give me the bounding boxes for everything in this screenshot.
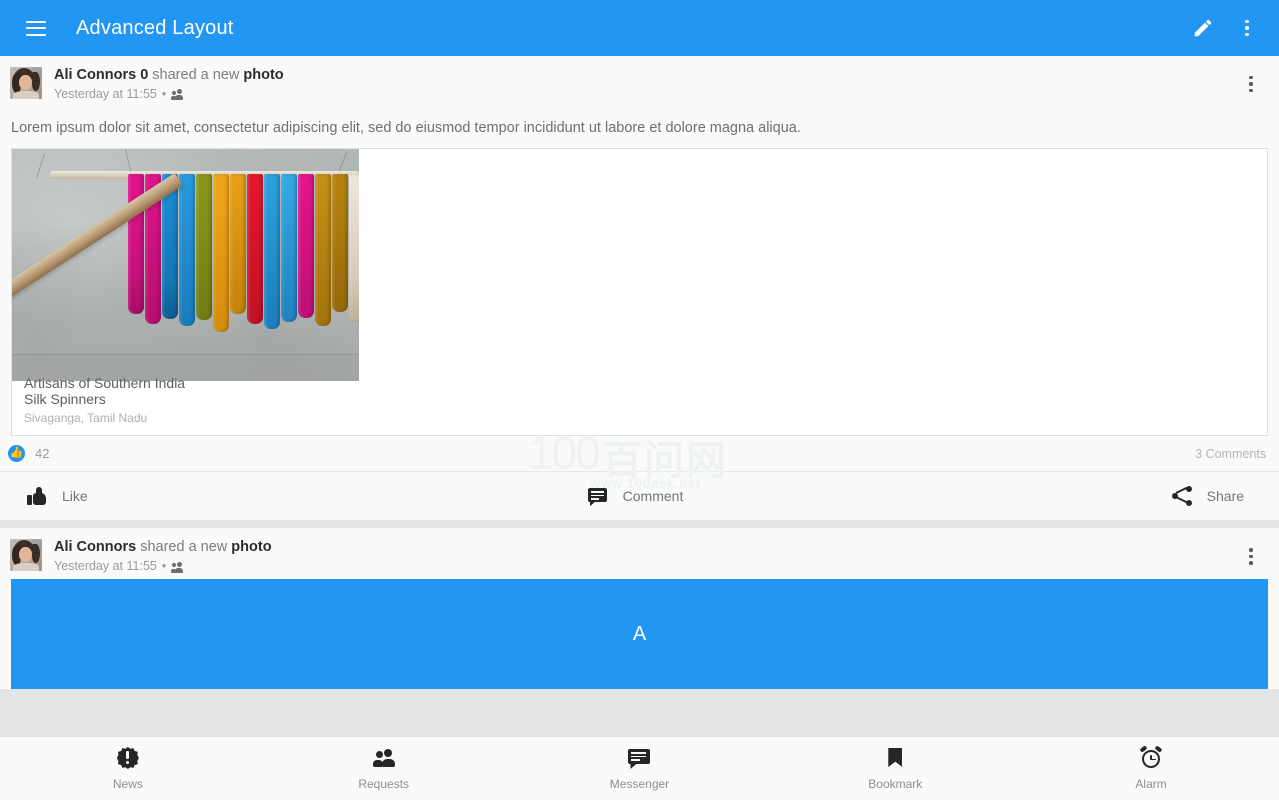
post-header: Ali Connors shared a new photo Yesterday… xyxy=(0,528,1279,579)
nav-label-alarm: Alarm xyxy=(1135,777,1167,791)
post-byline: Ali Connors shared a new photo xyxy=(54,538,272,556)
navigation-drawer-button[interactable] xyxy=(14,6,58,50)
post-timestamp: Yesterday at 11:55 xyxy=(54,559,157,574)
hamburger-menu-icon xyxy=(26,20,46,36)
post-header: Ali Connors 0 shared a new photo Yesterd… xyxy=(0,56,1279,107)
like-button-label: Like xyxy=(62,488,88,505)
like-button[interactable]: Like xyxy=(0,472,433,520)
people-icon xyxy=(171,561,186,573)
post-header-text: Ali Connors 0 shared a new photo Yesterd… xyxy=(54,65,284,103)
share-button[interactable]: Share xyxy=(838,472,1279,520)
post-header-text: Ali Connors shared a new photo Yesterday… xyxy=(54,537,272,575)
post-object: photo xyxy=(243,67,284,83)
app-toolbar: Advanced Layout xyxy=(0,0,1279,56)
media-card[interactable]: Artisans of Southern India Silk Spinners… xyxy=(11,148,1268,437)
media-caption: Artisans of Southern India Silk Spinners… xyxy=(24,375,185,426)
news-badge-icon xyxy=(116,746,140,770)
comment-count[interactable]: 3 Comments xyxy=(1195,447,1266,461)
thumb-up-circle-icon: 👍 xyxy=(8,445,25,463)
post-stats-row: 👍 42 3 Comments xyxy=(0,436,1279,473)
post-body-text: Lorem ipsum dolor sit amet, consectetur … xyxy=(11,119,801,136)
post-timestamp: Yesterday at 11:55 xyxy=(54,87,157,102)
nav-label-messenger: Messenger xyxy=(609,777,670,791)
nav-item-alarm[interactable]: Alarm xyxy=(1023,737,1279,800)
more-vert-icon xyxy=(1249,75,1253,93)
post-byline: Ali Connors 0 shared a new photo xyxy=(54,66,284,84)
alarm-clock-icon xyxy=(1139,745,1163,770)
like-count: 42 xyxy=(35,446,50,462)
avatar xyxy=(10,539,42,572)
post-action-text: shared a new xyxy=(152,67,240,83)
placeholder-letter: A xyxy=(632,622,647,645)
share-button-label: Share xyxy=(1206,488,1245,505)
feed-list[interactable]: Ali Connors 0 shared a new photo Yesterd… xyxy=(0,56,1279,736)
nav-item-bookmark[interactable]: Bookmark xyxy=(767,737,1023,800)
message-icon xyxy=(627,746,651,770)
nav-label-requests: Requests xyxy=(358,777,410,791)
post-card: Ali Connors shared a new photo Yesterday… xyxy=(0,528,1279,690)
post-separator xyxy=(0,520,1279,529)
post-card: Ali Connors 0 shared a new photo Yesterd… xyxy=(0,56,1279,521)
bottom-navigation: News Requests Messenger Bookmark Alarm xyxy=(0,736,1279,800)
nav-item-messenger[interactable]: Messenger xyxy=(512,737,768,800)
nav-item-news[interactable]: News xyxy=(0,737,256,800)
post-photo xyxy=(12,149,359,382)
people-icon xyxy=(171,89,186,101)
more-vert-icon xyxy=(1249,548,1253,565)
post-overflow-button[interactable] xyxy=(1231,536,1271,576)
post-object: photo xyxy=(231,539,272,556)
pencil-edit-icon xyxy=(1194,19,1212,37)
bookmark-icon xyxy=(883,746,907,770)
caption-location: Sivaganga, Tamil Nadu xyxy=(24,411,148,426)
post-author: Ali Connors xyxy=(54,539,137,556)
comment-button[interactable]: Comment xyxy=(433,472,839,520)
people-icon xyxy=(372,746,396,770)
post-meta-separator: • xyxy=(161,87,167,102)
avatar xyxy=(10,67,42,99)
page-title: Advanced Layout xyxy=(76,16,234,39)
caption-title: Artisans of Southern India xyxy=(24,374,186,391)
share-icon xyxy=(1171,486,1192,507)
more-vert-icon xyxy=(1245,19,1249,37)
app-screen: Advanced Layout Ali Connors 0 shared a n… xyxy=(0,0,1279,800)
post-meta: Yesterday at 11:55 • xyxy=(54,559,272,575)
edit-button[interactable] xyxy=(1181,6,1225,50)
nav-label-news: News xyxy=(112,777,143,791)
post-author: Ali Connors 0 xyxy=(54,67,149,83)
nav-item-requests[interactable]: Requests xyxy=(256,737,512,800)
toolbar-overflow-button[interactable] xyxy=(1225,6,1269,50)
post-meta: Yesterday at 11:55 • xyxy=(54,87,284,103)
thumb-up-icon xyxy=(27,486,47,506)
comment-icon xyxy=(587,486,608,507)
caption-subtitle: Silk Spinners xyxy=(24,390,106,407)
post-meta-separator: • xyxy=(161,559,167,574)
nav-label-bookmark: Bookmark xyxy=(868,777,923,791)
post-overflow-button[interactable] xyxy=(1231,64,1271,104)
comment-button-label: Comment xyxy=(622,488,684,505)
post-placeholder-media[interactable]: A xyxy=(11,579,1268,690)
post-actions-row: Like Comment Share xyxy=(0,472,1279,520)
post-action-text: shared a new xyxy=(140,539,228,556)
